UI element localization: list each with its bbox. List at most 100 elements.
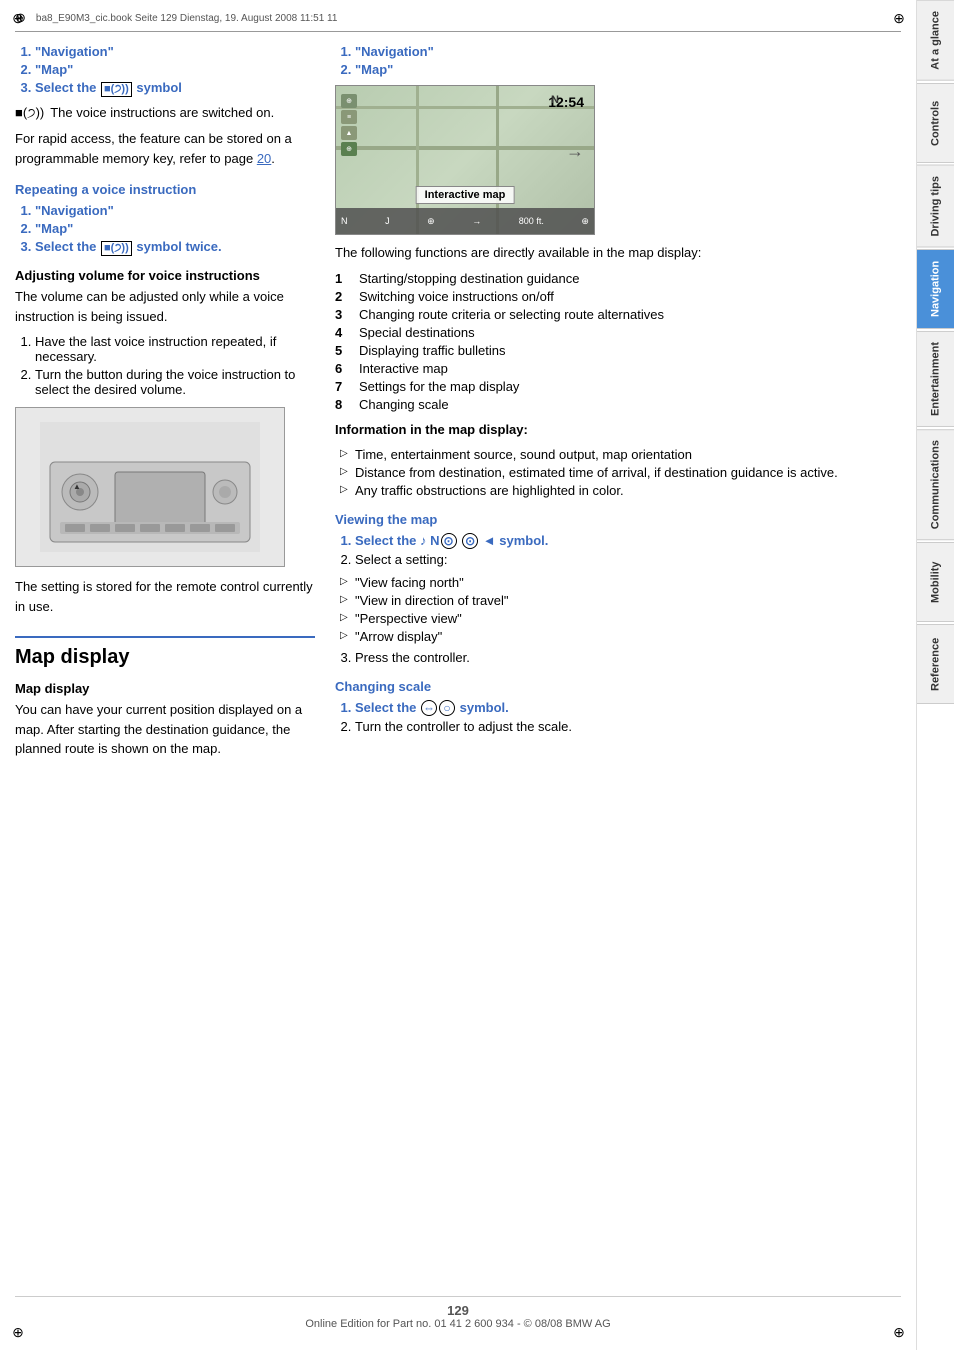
tab-label: Controls <box>930 100 942 145</box>
changing-scale-heading: Changing scale <box>335 679 901 694</box>
sidebar-tab-reference[interactable]: Reference <box>917 624 954 704</box>
car-svg: ▲ <box>40 422 260 552</box>
step-item: Select the ♪ N⊙ ⊙ ◄ symbol. <box>355 533 901 549</box>
map-function-item: 7 Settings for the map display <box>335 379 901 394</box>
map-function-item: 1 Starting/stopping destination guidance <box>335 271 901 286</box>
step-item: Press the controller. <box>355 650 901 665</box>
page-footer: 129 Online Edition for Part no. 01 41 2 … <box>15 1296 901 1330</box>
function-text: Switching voice instructions on/off <box>359 289 554 304</box>
step-item: "Navigation" <box>35 203 315 218</box>
viewing-bullet: "Arrow display" <box>340 629 901 644</box>
tab-label: Mobility <box>930 562 942 604</box>
left-steps-group1: "Navigation" "Map" Select the ■(੭)) symb… <box>15 44 315 97</box>
step-item: Turn the controller to adjust the scale. <box>355 719 901 734</box>
map-label: Interactive map <box>416 186 515 204</box>
right-column: "Navigation" "Map" ⊕ <box>335 44 901 1276</box>
info-bullets-list: Time, entertainment source, sound output… <box>335 447 901 498</box>
speaker-symbol: ■(੭)) <box>101 241 132 256</box>
volume-heading: Adjusting volume for voice instructions <box>15 268 315 283</box>
function-number: 2 <box>335 289 351 304</box>
step-item: "Map" <box>355 62 901 77</box>
tab-label: Reference <box>930 638 942 691</box>
map-functions-list: 1 Starting/stopping destination guidance… <box>335 271 901 412</box>
function-number: 5 <box>335 343 351 358</box>
step-text: Select the ■(੭)) symbol <box>35 80 182 95</box>
copyright-text: Online Edition for Part no. 01 41 2 600 … <box>305 1318 610 1330</box>
left-steps-group3: Have the last voice instruction repeated… <box>15 334 315 397</box>
step-item: Select the ■(੭)) symbol <box>35 80 315 97</box>
header-bar: ⊕ ba8_E90M3_cic.book Seite 129 Dienstag,… <box>15 10 901 32</box>
map-function-item: 3 Changing route criteria or selecting r… <box>335 307 901 322</box>
map-display-sub: Map display <box>15 681 315 696</box>
viewing-steps: Select the ♪ N⊙ ⊙ ◄ symbol. Select a set… <box>335 533 901 567</box>
sidebar-tab-controls[interactable]: Controls <box>917 83 954 163</box>
sidebar-tab-entertainment[interactable]: Entertainment <box>917 331 954 427</box>
info-bullet: Time, entertainment source, sound output… <box>340 447 901 462</box>
function-number: 4 <box>335 325 351 340</box>
function-text: Starting/stopping destination guidance <box>359 271 579 286</box>
map-image: ⊕ ≡ ▲ ⊕ 12:54 <box>335 85 595 235</box>
tab-label: Driving tips <box>930 176 942 237</box>
sidebar-tab-driving-tips[interactable]: Driving tips <box>917 165 954 248</box>
rapid-access-note: For rapid access, the feature can be sto… <box>15 129 315 168</box>
sidebar-tab-navigation[interactable]: Navigation <box>917 249 954 329</box>
function-text: Displaying traffic bulletins <box>359 343 505 358</box>
viewing-bullet: "View facing north" <box>340 575 901 590</box>
map-functions-intro: The following functions are directly ava… <box>335 243 901 263</box>
circle-symbol2: ⊙ <box>462 533 478 549</box>
function-text: Settings for the map display <box>359 379 519 394</box>
function-text: Interactive map <box>359 361 448 376</box>
note-text: The voice instructions are switched on. <box>50 105 274 120</box>
info-heading: Information in the map display: <box>335 420 901 440</box>
step-item: Select a setting: <box>355 552 901 567</box>
step-item: "Map" <box>35 62 315 77</box>
step-item: "Navigation" <box>35 44 315 59</box>
header-file-info: ba8_E90M3_cic.book Seite 129 Dienstag, 1… <box>36 13 338 24</box>
page-link[interactable]: 20 <box>257 151 271 166</box>
left-steps-group2: "Navigation" "Map" Select the ■(੭)) symb… <box>15 203 315 256</box>
map-display-title: Map display <box>15 636 315 669</box>
car-image: ▲ <box>15 407 285 567</box>
map-function-item: 4 Special destinations <box>335 325 901 340</box>
viewing-heading: Viewing the map <box>335 512 901 527</box>
map-display-desc: You can have your current position displ… <box>15 700 315 759</box>
function-text: Changing scale <box>359 397 449 412</box>
sidebar-tab-mobility[interactable]: Mobility <box>917 542 954 622</box>
viewing-bullet: "Perspective view" <box>340 611 901 626</box>
step-item: Turn the button during the voice instruc… <box>35 367 315 397</box>
map-function-item: 8 Changing scale <box>335 397 901 412</box>
volume-desc: The volume can be adjusted only while a … <box>15 287 315 326</box>
map-function-item: 6 Interactive map <box>335 361 901 376</box>
step-text: "Map" <box>35 62 73 77</box>
function-number: 6 <box>335 361 351 376</box>
sidebar-tab-at-a-glance[interactable]: At a glance <box>917 0 954 81</box>
sidebar: At a glance Controls Driving tips Naviga… <box>916 0 954 1350</box>
viewing-bullets: "View facing north" "View in direction o… <box>335 575 901 644</box>
function-number: 3 <box>335 307 351 322</box>
corner-marker-tr: ⊕ <box>889 8 909 28</box>
viewing-step3-list: Press the controller. <box>335 650 901 665</box>
scale-symbol: ⇔ <box>421 700 437 716</box>
right-steps-group1: "Navigation" "Map" <box>335 44 901 77</box>
sidebar-tab-communications[interactable]: Communications <box>917 429 954 540</box>
map-function-item: 2 Switching voice instructions on/off <box>335 289 901 304</box>
speaker-symbol: ■(੭)) <box>101 82 132 97</box>
circle-symbol: ⊙ <box>441 533 457 549</box>
function-text: Special destinations <box>359 325 475 340</box>
function-number: 1 <box>335 271 351 286</box>
voice-on-note: ■(੭)) The voice instructions are switche… <box>15 105 315 121</box>
corner-marker-bl: ⊕ <box>8 1322 28 1342</box>
map-function-item: 5 Displaying traffic bulletins <box>335 343 901 358</box>
left-column: "Navigation" "Map" Select the ■(੭)) symb… <box>15 44 315 1276</box>
function-text: Changing route criteria or selecting rou… <box>359 307 664 322</box>
step-item: "Map" <box>35 221 315 236</box>
speaker-note-icon: ■(੭)) <box>15 105 44 121</box>
tab-label: At a glance <box>930 11 942 70</box>
corner-marker-br: ⊕ <box>889 1322 909 1342</box>
tab-label: Entertainment <box>930 342 942 416</box>
step-item: Select the ⇔○ symbol. <box>355 700 901 716</box>
tab-label: Navigation <box>930 261 942 317</box>
viewing-bullet: "View in direction of travel" <box>340 593 901 608</box>
tab-label: Communications <box>930 440 942 529</box>
step-item: Have the last voice instruction repeated… <box>35 334 315 364</box>
